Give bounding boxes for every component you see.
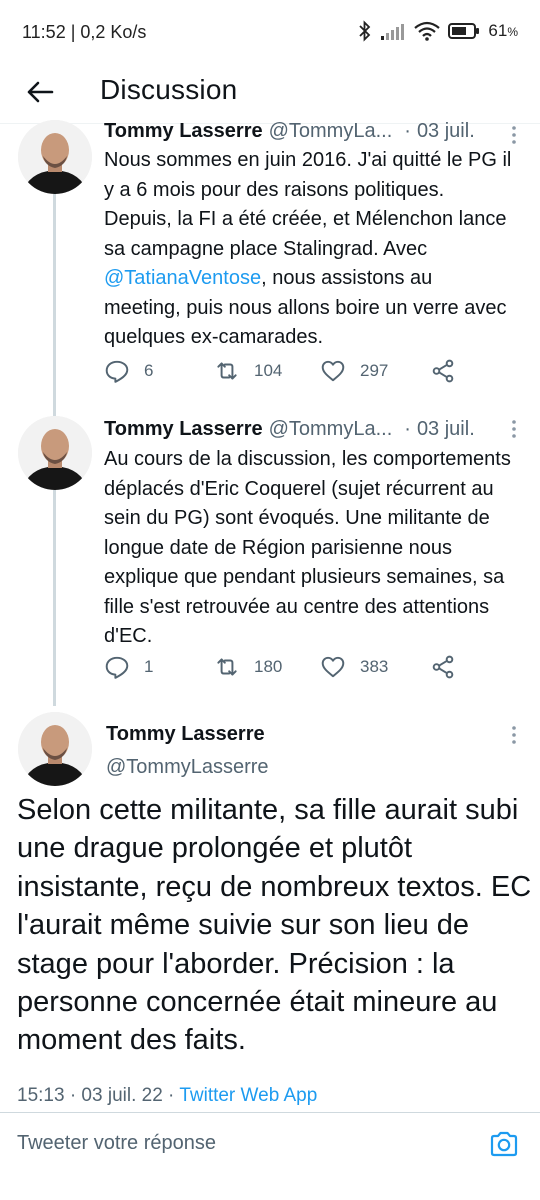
thread-line (53, 490, 56, 706)
retweet-icon (217, 362, 237, 380)
camera-icon (490, 1131, 518, 1157)
tweet-text: Au cours de la discussion, les comportem… (104, 448, 511, 647)
reply-button[interactable]: 1 (104, 654, 153, 680)
arrow-left-icon (27, 81, 54, 103)
tweet-text: Nous sommes en juin 2016. J'ai quitté le… (104, 149, 512, 348)
more-vertical-icon[interactable] (509, 724, 519, 748)
tweet-date[interactable]: 03 juil. (417, 418, 475, 441)
retweet-button[interactable]: 104 (214, 358, 282, 384)
main-tweet-text: Selon cette militante, sa fille aurait s… (17, 794, 532, 1057)
more-vertical-icon[interactable] (509, 418, 519, 442)
heart-icon (321, 360, 345, 382)
main-tweet-meta: 15:13 · 03 juil. 22 · Twitter Web App (17, 1085, 317, 1107)
share-button[interactable] (430, 358, 456, 384)
signal-icon (380, 21, 406, 41)
camera-button[interactable] (488, 1128, 520, 1160)
share-icon (432, 359, 454, 383)
battery-icon (448, 22, 480, 40)
separator-dot: · (404, 120, 411, 142)
like-button[interactable]: 297 (320, 358, 388, 384)
reply-input[interactable]: Tweeter votre réponse (17, 1132, 216, 1155)
avatar[interactable] (18, 712, 92, 786)
bluetooth-icon (358, 20, 372, 42)
mention-link[interactable]: @TatianaVentose (104, 267, 261, 289)
top-bar: Discussion (0, 64, 540, 124)
avatar[interactable] (18, 416, 92, 490)
retweet-icon (217, 658, 237, 676)
page-title: Discussion (100, 74, 238, 105)
status-time-speed: 11:52 | 0,2 Ko/s (22, 22, 147, 42)
back-button[interactable] (22, 74, 58, 110)
share-button[interactable] (430, 654, 456, 680)
tweet-date[interactable]: 03 juil. (417, 120, 475, 143)
thread-line (53, 194, 56, 416)
tweet-author-handle[interactable]: @TommyLa... (269, 120, 393, 143)
reply-icon (105, 360, 129, 383)
like-button[interactable]: 383 (320, 654, 388, 680)
source-app-link[interactable]: Twitter Web App (179, 1085, 317, 1106)
retweet-button[interactable]: 180 (214, 654, 282, 680)
main-tweet-author-name[interactable]: Tommy Lasserre (106, 723, 265, 746)
status-icons: 61% (358, 20, 518, 42)
reply-count: 1 (144, 657, 154, 676)
tweet-author-name[interactable]: Tommy Lasserre (104, 120, 263, 143)
like-count: 297 (360, 361, 389, 380)
retweet-count: 104 (254, 361, 283, 380)
tweet-actions: 6 104 297 (104, 358, 464, 388)
heart-icon (321, 656, 345, 678)
like-count: 383 (360, 657, 389, 676)
reply-icon (105, 656, 129, 679)
reply-divider (0, 1112, 540, 1113)
tweet-author-name[interactable]: Tommy Lasserre (104, 418, 263, 441)
separator-dot: · (404, 418, 411, 440)
reply-count: 6 (144, 361, 154, 380)
tweet-header: Tommy Lasserre @TommyLa... · 03 juil. (104, 120, 475, 143)
tweet-author-handle[interactable]: @TommyLa... (269, 418, 393, 441)
main-tweet-author-handle[interactable]: @TommyLasserre (106, 756, 269, 779)
avatar[interactable] (18, 120, 92, 194)
tweet-actions: 1 180 383 (104, 654, 464, 684)
share-icon (432, 655, 454, 679)
reply-button[interactable]: 6 (104, 358, 153, 384)
status-bar: 11:52 | 0,2 Ko/s 61% (0, 0, 540, 64)
tweet-header: Tommy Lasserre @TommyLa... · 03 juil. (104, 418, 475, 441)
wifi-icon (414, 21, 441, 41)
retweet-count: 180 (254, 657, 283, 676)
battery-level: 61% (488, 21, 518, 40)
main-tweet-timestamp: 15:13 · 03 juil. 22 · (17, 1085, 180, 1106)
more-vertical-icon[interactable] (509, 124, 519, 148)
